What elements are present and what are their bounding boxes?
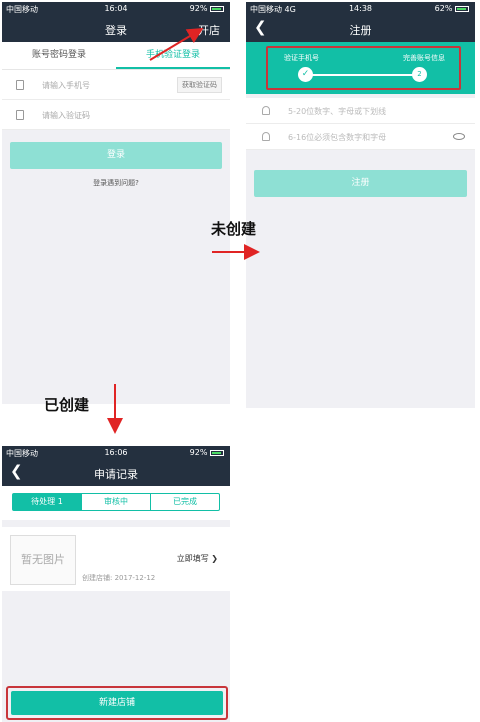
page-title: 注册 — [349, 24, 372, 37]
battery-percent: 92% — [189, 448, 208, 457]
register-button[interactable]: 注册 — [254, 170, 467, 197]
login-tabs: 账号密码登录 手机验证登录 — [2, 42, 230, 70]
tab-reviewing[interactable]: 审核中 — [82, 494, 151, 510]
created-date: 创建店铺: 2017-12-12 — [82, 574, 156, 582]
password-input[interactable]: 6-16位必须包含数字和字母 — [288, 132, 386, 143]
records-navbar: ❮ 申请记录 — [2, 460, 230, 486]
register-navbar: ❮ 注册 — [246, 16, 475, 42]
tab-pending[interactable]: 待处理 1 — [13, 494, 82, 510]
store-card[interactable]: 暂无图片 创建店铺: 2017-12-12 立即填写 ❯ — [2, 527, 230, 591]
no-image-placeholder: 暂无图片 — [10, 535, 76, 585]
new-store-highlight: 新建店铺 — [6, 686, 228, 720]
step-line — [306, 74, 419, 76]
tab-sms-login[interactable]: 手机验证登录 — [116, 42, 230, 69]
battery-icon — [210, 6, 224, 12]
annotation-not-created: 未创建 — [211, 220, 257, 238]
account-row: 5-20位数字、字母或下划线 — [246, 98, 475, 124]
step2-label: 完善账号信息 — [403, 54, 445, 62]
check-icon: ✓ — [298, 67, 313, 82]
get-code-button[interactable]: 获取验证码 — [177, 77, 222, 93]
eye-icon[interactable] — [453, 133, 465, 140]
status-bar: 中国移动 4G 14:38 62% — [246, 2, 475, 16]
fill-now-label: 立即填写 — [176, 554, 209, 563]
battery-indicator: 62% — [435, 4, 469, 13]
page-title: 登录 — [105, 24, 127, 37]
status-tabs: 待处理 1 审核中 已完成 — [2, 486, 230, 520]
user-icon — [262, 106, 270, 115]
step1-label: 验证手机号 — [284, 54, 319, 62]
phone-row: 请输入手机号 获取验证码 — [2, 70, 230, 100]
password-row: 6-16位必须包含数字和字母 — [246, 124, 475, 150]
step-highlight: 验证手机号 完善账号信息 ✓ 2 — [266, 46, 461, 90]
step-bar: 验证手机号 完善账号信息 ✓ 2 — [246, 42, 475, 94]
phone-icon — [16, 80, 24, 90]
lock-icon — [262, 132, 270, 141]
battery-percent: 62% — [434, 4, 453, 13]
step2-number: 2 — [412, 67, 427, 82]
tab-password-login[interactable]: 账号密码登录 — [2, 42, 116, 69]
login-screen: 中国移动 16:04 92% 登录 开店 账号密码登录 手机验证登录 请输入手机… — [2, 2, 230, 404]
tab-completed[interactable]: 已完成 — [151, 494, 219, 510]
page-title: 申请记录 — [94, 468, 138, 481]
phone-input[interactable]: 请输入手机号 — [42, 80, 90, 91]
battery-percent: 92% — [189, 4, 208, 13]
annotation-created: 已创建 — [44, 396, 90, 414]
account-input[interactable]: 5-20位数字、字母或下划线 — [288, 106, 386, 117]
battery-icon — [455, 6, 469, 12]
records-screen: 中国移动 16:06 92% ❮ 申请记录 待处理 1 审核中 已完成 暂无图片… — [2, 446, 230, 722]
code-icon — [16, 110, 24, 120]
fill-now-link[interactable]: 立即填写 ❯ — [177, 553, 218, 564]
login-form: 请输入手机号 获取验证码 请输入验证码 — [2, 70, 230, 130]
login-problem-link[interactable]: 登录遇到问题? — [2, 178, 230, 188]
code-row: 请输入验证码 — [2, 100, 230, 130]
status-bar: 中国移动 16:06 92% — [2, 446, 230, 460]
register-screen: 中国移动 4G 14:38 62% ❮ 注册 验证手机号 完善账号信息 ✓ 2 … — [246, 2, 475, 408]
register-form: 5-20位数字、字母或下划线 6-16位必须包含数字和字母 — [246, 98, 475, 150]
battery-indicator: 92% — [190, 4, 224, 13]
open-store-button[interactable]: 开店 — [198, 22, 220, 38]
login-navbar: 登录 开店 — [2, 16, 230, 42]
code-input[interactable]: 请输入验证码 — [42, 110, 90, 121]
status-bar: 中国移动 16:04 92% — [2, 2, 230, 16]
battery-indicator: 92% — [190, 448, 224, 457]
chevron-right-icon: ❯ — [211, 554, 218, 563]
new-store-button[interactable]: 新建店铺 — [11, 691, 223, 715]
battery-icon — [210, 450, 224, 456]
login-button[interactable]: 登录 — [10, 142, 222, 169]
segmented-control: 待处理 1 审核中 已完成 — [12, 493, 220, 511]
